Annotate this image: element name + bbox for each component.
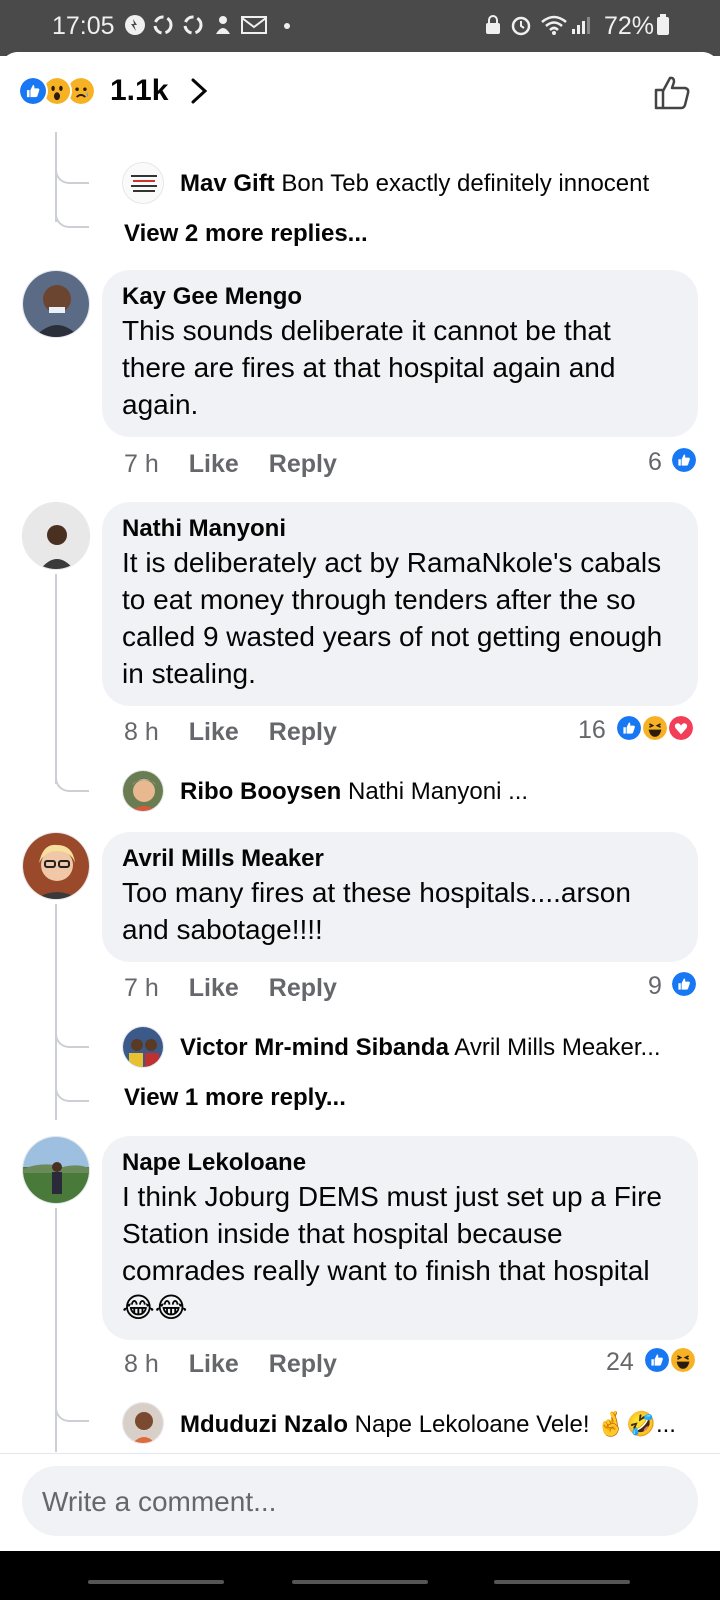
comment-composer: Write a comment... [0,1453,720,1551]
reaction-count[interactable]: 1.1k [110,74,168,108]
thread-connector [55,1062,89,1102]
system-nav-bar [0,1550,720,1600]
reply-author[interactable]: Victor Mr-mind Sibanda [180,1034,449,1061]
reply-text: Nape Lekoloane Vele! 🤞🤣... [354,1411,676,1438]
comment-bubble[interactable]: Kay Gee Mengo This sounds deliberate it … [102,270,698,437]
comment-actions: 8 h Like Reply [124,1350,367,1379]
like-button[interactable]: Like [189,974,239,1002]
like-reaction-icon [670,446,698,474]
thread-connector [55,160,89,184]
person-icon [216,16,230,34]
comment-bubble[interactable]: Nathi Manyoni It is deliberately act by … [102,502,698,706]
status-time: 17:05 [52,12,115,40]
gmail-icon [241,16,267,34]
nav-recents-button[interactable] [88,1580,224,1584]
like-reaction-icon [18,76,48,106]
signal-icon [572,17,590,34]
lock-icon [486,15,500,34]
avatar[interactable] [122,1026,164,1068]
reply-preview[interactable]: Ribo Booysen Nathi Manyoni ... [180,778,528,806]
reply-preview[interactable]: Mduduzi Nzalo Nape Lekoloane Vele! 🤞🤣... [180,1410,676,1439]
haha-reaction-icon [669,1346,697,1374]
comment-time: 7 h [124,450,159,478]
comment-actions: 7 h Like Reply [124,974,367,1003]
reply-preview[interactable]: Victor Mr-mind Sibanda Avril Mills Meake… [180,1034,661,1062]
thumbs-up-outline-icon[interactable] [652,74,692,112]
reply-button[interactable]: Reply [269,974,337,1002]
comment-time: 8 h [124,1350,159,1378]
comment-author[interactable]: Kay Gee Mengo [122,282,678,312]
view-more-replies[interactable]: View 2 more replies... [124,220,368,248]
reply-button[interactable]: Reply [269,718,337,746]
wifi-icon [541,15,567,35]
comment-time: 7 h [124,974,159,1002]
comment-reaction-count[interactable]: 16 [578,716,606,745]
reactions-header: 1.1k [0,52,720,132]
comment-reaction-count[interactable]: 24 [606,1348,634,1377]
notification-icon [125,15,145,35]
comments-sheet: 1.1k Mav Gift Bon Teb exactly definitely… [0,52,720,1600]
comment-text: Too many fires at these hospitals....ars… [122,877,631,945]
comment-text: It is deliberately act by RamaNkole's ca… [122,547,663,689]
comment-text: This sounds deliberate it cannot be that… [122,315,616,420]
avatar[interactable] [122,770,164,812]
recycle-icon [153,15,173,35]
reply-text: Avril Mills Meaker... [454,1034,661,1061]
like-reaction-icon [615,714,643,742]
like-button[interactable]: Like [189,1350,239,1378]
comment-author[interactable]: Nathi Manyoni [122,514,678,544]
comment-input[interactable]: Write a comment... [22,1466,698,1536]
avatar[interactable] [22,832,90,900]
comment-text: I think Joburg DEMS must just set up a F… [122,1181,662,1323]
thread-connector [55,200,89,228]
reply-author[interactable]: Mduduzi Nzalo [180,1411,348,1438]
comment-author[interactable]: Nape Lekoloane [122,1148,678,1178]
reply-author[interactable]: Ribo Booysen [180,778,341,805]
comment-reaction-count[interactable]: 9 [648,972,662,1001]
thread-connector [55,1012,89,1048]
love-reaction-icon [667,714,695,742]
avatar[interactable] [22,1136,90,1204]
comment-input-placeholder: Write a comment... [42,1486,277,1517]
like-reaction-icon [670,970,698,998]
reply-text: Nathi Manyoni ... [348,778,529,805]
comment-time: 8 h [124,718,159,746]
like-button[interactable]: Like [189,450,239,478]
chevron-right-icon[interactable] [186,76,212,106]
reply-button[interactable]: Reply [269,450,337,478]
like-button[interactable]: Like [189,718,239,746]
avatar[interactable] [22,270,90,338]
reply-author[interactable]: Mav Gift [180,170,275,197]
battery-icon [657,14,669,35]
reply-preview[interactable]: Mav Gift Bon Teb exactly definitely inno… [180,170,649,198]
nav-back-button[interactable] [494,1580,630,1584]
battery-percent: 72% [603,12,654,40]
comment-bubble[interactable]: Nape Lekoloane I think Joburg DEMS must … [102,1136,698,1340]
thread-connector [55,1386,89,1422]
haha-reaction-icon [641,714,669,742]
thread-connector [55,752,89,792]
status-bar: 17:05 72% [0,0,720,56]
comment-actions: 7 h Like Reply [124,450,367,479]
avatar[interactable] [122,1402,164,1444]
comment-bubble[interactable]: Avril Mills Meaker Too many fires at the… [102,832,698,962]
avatar[interactable] [122,162,164,204]
comment-actions: 8 h Like Reply [124,718,367,747]
dot-icon [284,23,290,29]
view-more-replies[interactable]: View 1 more reply... [124,1084,346,1112]
reply-button[interactable]: Reply [269,1350,337,1378]
reply-text: Bon Teb exactly definitely innocent [281,170,650,197]
recycle-icon [183,15,203,35]
comment-author[interactable]: Avril Mills Meaker [122,844,678,874]
alarm-icon [511,16,531,36]
nav-home-button[interactable] [292,1580,428,1584]
comment-reaction-count[interactable]: 6 [648,448,662,477]
avatar[interactable] [22,502,90,570]
like-reaction-icon [643,1346,671,1374]
